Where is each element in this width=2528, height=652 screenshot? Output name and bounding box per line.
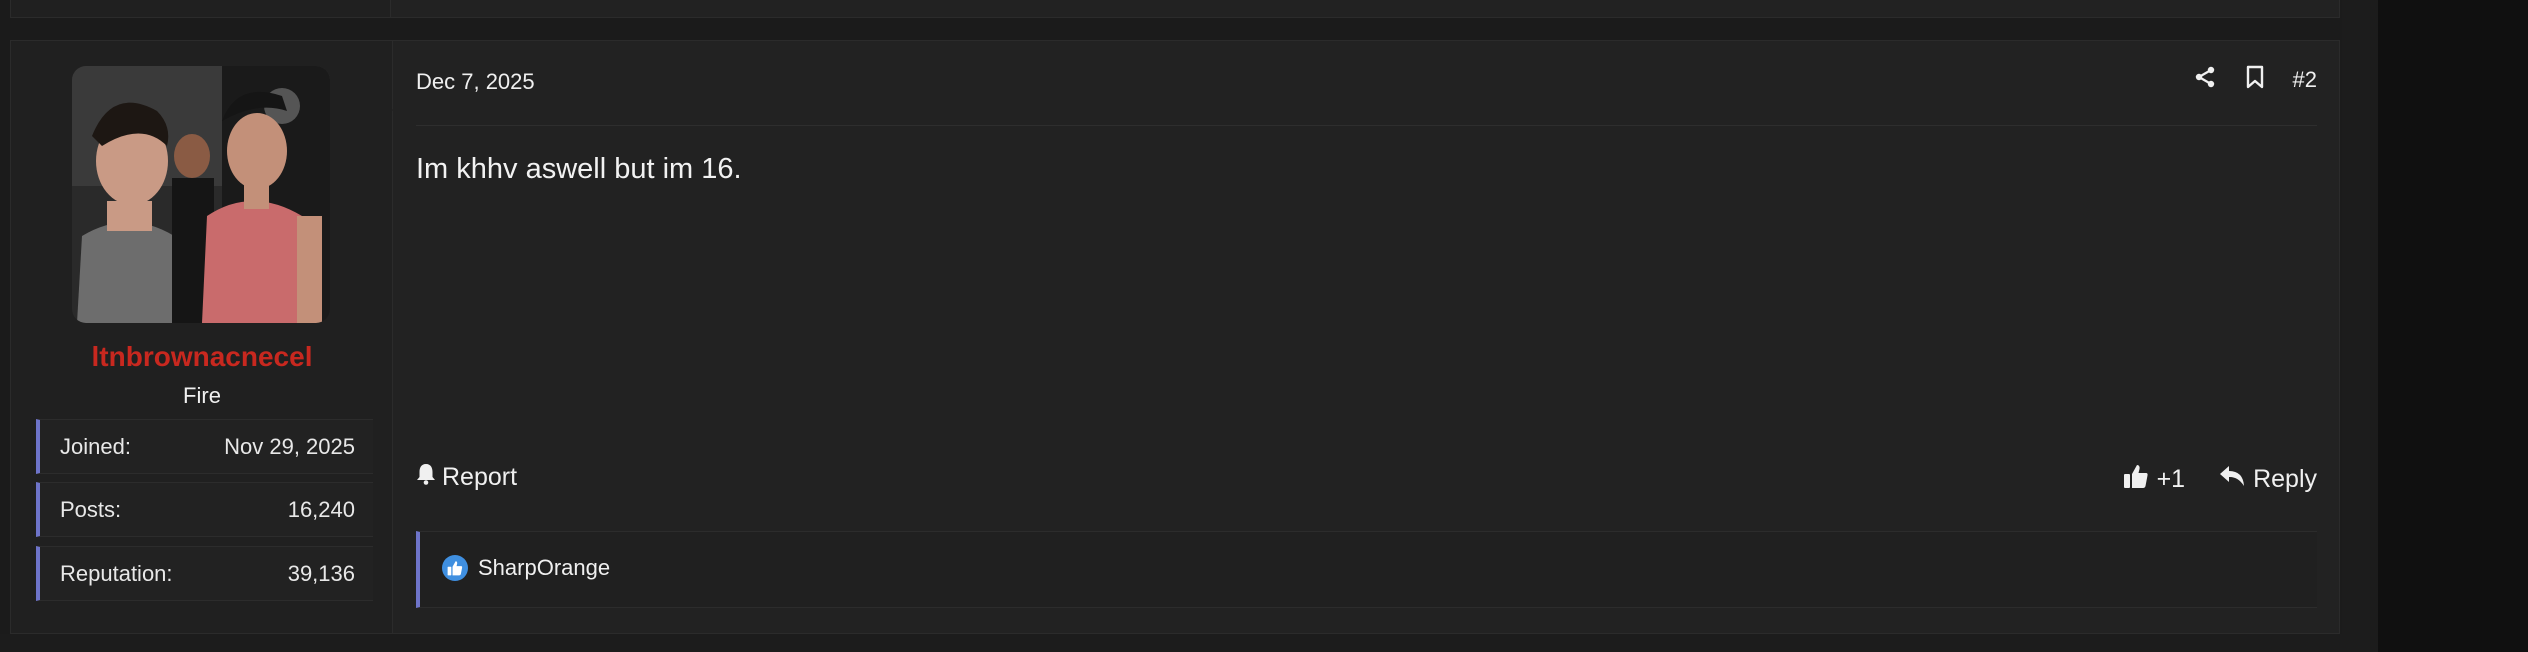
reply-icon — [2219, 465, 2245, 494]
reply-label: Reply — [2253, 465, 2317, 493]
thumbs-up-icon — [2123, 463, 2149, 496]
stat-posts: Posts: 16,240 — [36, 482, 373, 537]
reactions-bar: SharpOrange — [416, 531, 2317, 608]
page-bottom-gap — [0, 634, 2342, 652]
bookmark-icon[interactable] — [2245, 65, 2265, 95]
share-icon[interactable] — [2193, 65, 2217, 95]
stat-label: Reputation: — [60, 561, 173, 586]
right-gutter — [2342, 0, 2378, 652]
post-content: Dec 7, 2025 #2 Im khhv aswell but im 16.… — [393, 41, 2339, 633]
avatar[interactable] — [72, 66, 330, 323]
previous-post-user-column — [11, 0, 391, 17]
report-button[interactable]: Report — [416, 463, 517, 492]
post-actions: +1 Reply — [2123, 463, 2317, 496]
previous-post — [10, 0, 2340, 18]
reply-button[interactable]: Reply — [2219, 465, 2317, 494]
post-number[interactable]: #2 — [2293, 67, 2317, 93]
stat-reputation: Reputation: 39,136 — [36, 546, 373, 601]
post-body: Im khhv aswell but im 16. — [416, 153, 742, 185]
like-count: +1 — [2156, 465, 2186, 493]
stat-joined: Joined: Nov 29, 2025 — [36, 419, 373, 474]
reaction-user-link[interactable]: SharpOrange — [478, 555, 610, 581]
stat-value: 39,136 — [287, 561, 355, 586]
post-header-actions: #2 — [2193, 65, 2317, 95]
report-label: Report — [442, 463, 518, 491]
post-user-column: ltnbrownacnecel Fire Joined: Nov 29, 202… — [11, 41, 393, 633]
right-dark-strip — [2378, 0, 2528, 652]
bell-icon — [416, 463, 436, 492]
stat-label: Joined: — [60, 434, 131, 459]
like-button[interactable]: +1 — [2123, 463, 2186, 496]
user-title: Fire — [183, 383, 221, 408]
stat-label: Posts: — [60, 497, 122, 522]
stat-value[interactable]: 16,240 — [288, 497, 355, 523]
forum-post: ltnbrownacnecel Fire Joined: Nov 29, 202… — [10, 40, 2340, 634]
post-date[interactable]: Dec 7, 2025 — [416, 69, 535, 95]
like-reaction-icon — [442, 555, 468, 581]
stat-value: Nov 29, 2025 — [224, 434, 355, 459]
post-pointer-arrow — [376, 93, 393, 127]
username[interactable]: ltnbrownacnecel — [11, 341, 393, 373]
header-divider — [416, 125, 2317, 126]
